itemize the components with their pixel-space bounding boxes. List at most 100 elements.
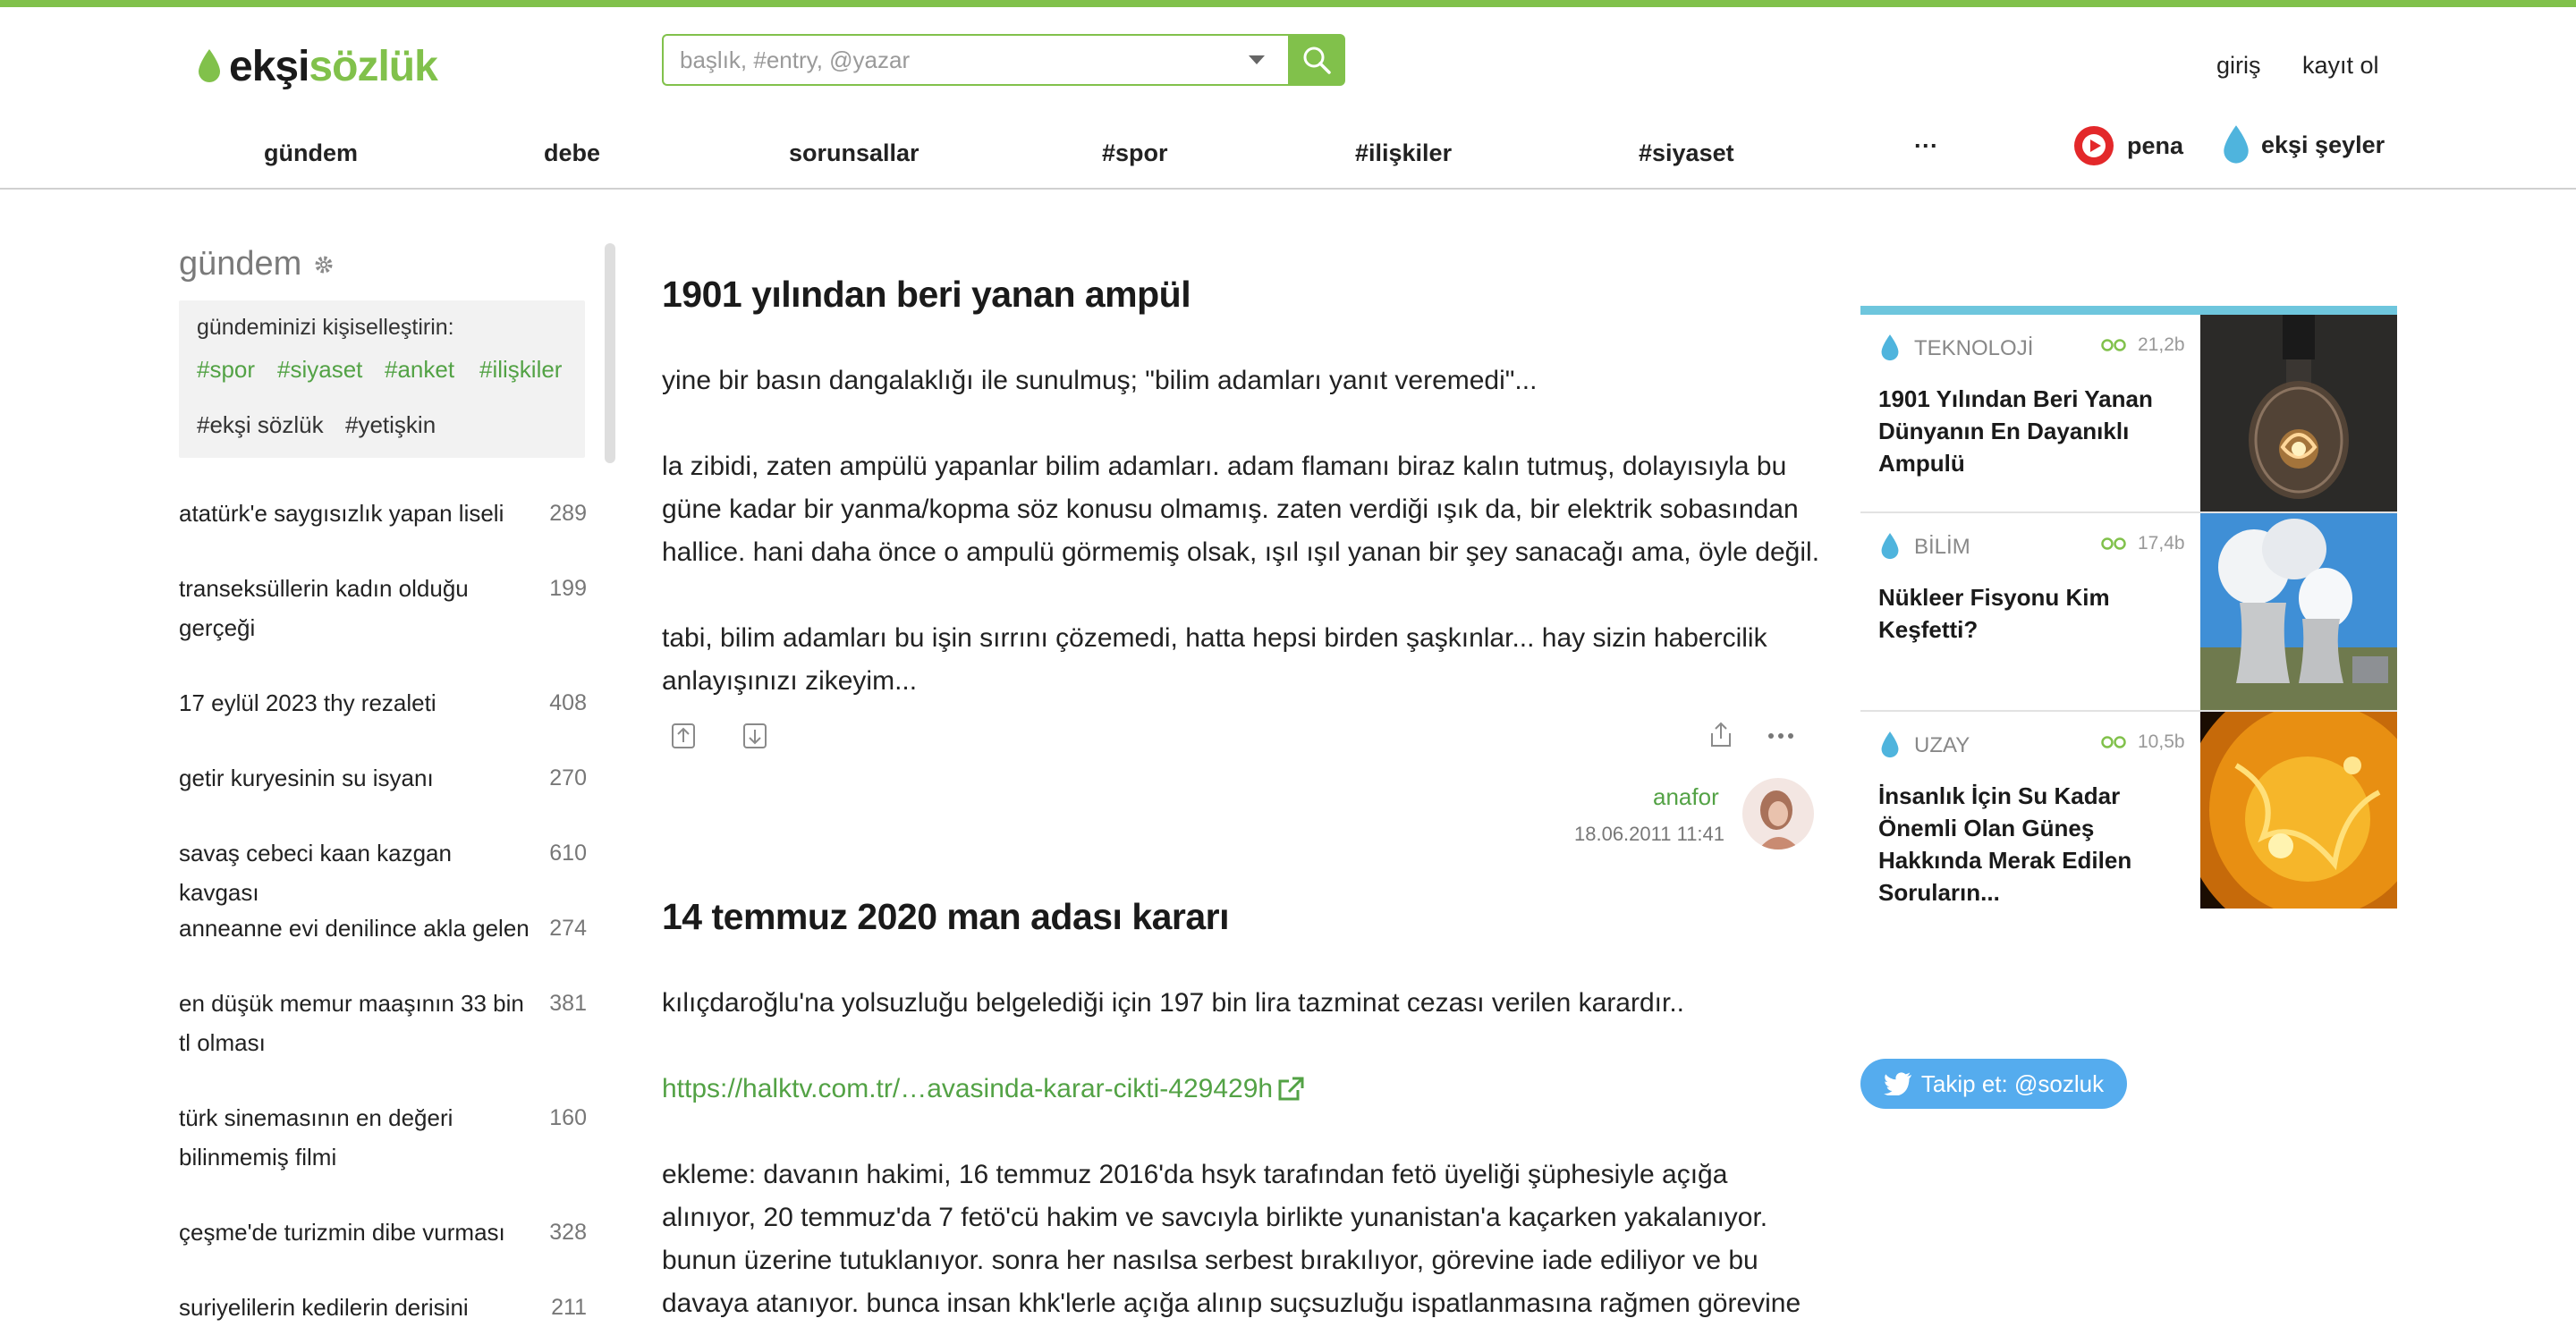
card-category[interactable]: BİLİM (1914, 535, 1970, 560)
nav-spor[interactable]: #spor (1102, 139, 1168, 167)
more-icon[interactable] (1767, 731, 1794, 740)
card-title[interactable]: Nükleer Fisyonu Kim Keşfetti? (1878, 581, 2174, 646)
topic-count: 211 (551, 1295, 587, 1320)
drop-icon (2224, 125, 2249, 164)
topic-count: 408 (549, 690, 587, 715)
tag-yetiskin[interactable]: #yetişkin (345, 411, 436, 439)
card-image[interactable] (2200, 712, 2397, 909)
entry-title[interactable]: 1901 yılından beri yanan ampül (662, 274, 1191, 316)
gear-icon[interactable] (314, 255, 334, 275)
topic-title: atatürk'e saygısızlık yapan liseli (179, 500, 504, 527)
eksi-seyler-card[interactable]: TEKNOLOJİ 21,2b 1901 Yılından Beri Yanan… (1860, 315, 2397, 513)
drop-icon (199, 49, 220, 82)
lightbulb-image (2200, 315, 2397, 511)
topic-count: 199 (549, 576, 587, 601)
card-title[interactable]: İnsanlık İçin Su Kadar Önemli Olan Güneş… (1878, 780, 2174, 909)
search-icon (1303, 46, 1331, 74)
pena-icon (2074, 126, 2114, 165)
drop-icon (1881, 731, 1899, 758)
nuclear-plant-image (2200, 513, 2397, 710)
sidebar-title: gündem (179, 245, 334, 283)
topic-count: 328 (549, 1220, 587, 1245)
card-category[interactable]: TEKNOLOJİ (1914, 336, 2033, 361)
nav-pena-label: pena (2127, 131, 2184, 159)
topic-title: türk sinemasının en değeri bilinmemiş fi… (179, 1104, 453, 1171)
tag-anket[interactable]: #anket (385, 356, 454, 384)
eksi-seyler-card[interactable]: UZAY 10,5b İnsanlık İçin Su Kadar Önemli… (1860, 712, 2397, 909)
topic-title: transeksüllerin kadın olduğu gerçeği (179, 575, 469, 641)
topic-count: 270 (549, 765, 587, 790)
right-panel-accent (1860, 306, 2397, 315)
views-icon (2101, 537, 2126, 550)
nav-gundem[interactable]: gündem (264, 139, 358, 167)
topic-count: 381 (549, 991, 587, 1016)
entry-external-link[interactable]: https://halktv.com.tr/…avasinda-karar-ci… (662, 1068, 1273, 1111)
nav-more[interactable]: ··· (1914, 132, 1938, 160)
nav-iliskiler[interactable]: #ilişkiler (1355, 139, 1452, 167)
entry-date[interactable]: 18.06.2011 11:41 (1574, 823, 1724, 846)
tag-iliskiler[interactable]: #ilişkiler (479, 356, 562, 384)
topic-title: getir kuryesinin su isyanı (179, 765, 434, 791)
topic-count: 160 (549, 1105, 587, 1130)
entry-paragraph: yine bir basın dangalaklığı ile sunulmuş… (662, 366, 1538, 395)
search-bar (662, 34, 1345, 86)
tag-siyaset[interactable]: #siyaset (277, 356, 362, 384)
customize-panel: gündeminizi kişiselleştirin: #spor #siya… (179, 300, 585, 458)
views-icon (2101, 339, 2126, 351)
nav-sorunsallar[interactable]: sorunsallar (789, 139, 919, 167)
card-image[interactable] (2200, 315, 2397, 511)
external-link-icon[interactable] (1276, 1076, 1305, 1103)
register-link[interactable]: kayıt ol (2302, 52, 2379, 80)
card-view-count: 17,4b (2138, 533, 2185, 554)
login-link[interactable]: giriş (2216, 52, 2261, 80)
tag-spor[interactable]: #spor (197, 356, 255, 384)
logo-text-sozluk: sözlük (309, 42, 437, 90)
card-view-count: 21,2b (2138, 334, 2185, 355)
search-field-wrapper (662, 34, 1288, 86)
entry-paragraph: tabi, bilim adamları bu işin sırrını çöz… (662, 623, 1767, 696)
tag-eksi-sozluk[interactable]: #ekşi sözlük (197, 411, 324, 439)
topic-count: 289 (549, 501, 587, 526)
card-image[interactable] (2200, 513, 2397, 710)
downvote-icon[interactable] (742, 723, 767, 749)
customize-label: gündeminizi kişiselleştirin: (197, 315, 454, 340)
topic-count: 610 (549, 841, 587, 866)
logo[interactable]: ekşi sözlük (197, 39, 438, 93)
nav-siyaset[interactable]: #siyaset (1639, 139, 1734, 167)
card-view-count: 10,5b (2138, 731, 2185, 752)
topic-count: 274 (549, 916, 587, 941)
chevron-down-icon[interactable] (1249, 55, 1265, 64)
twitter-follow-label: Takip et: @sozluk (1920, 1069, 2105, 1097)
eksi-seyler-card[interactable]: BİLİM 17,4b Nükleer Fisyonu Kim Keşfetti… (1860, 513, 2397, 712)
topic-title: çeşme'de turizmin dibe vurması (179, 1219, 505, 1246)
topic-title: en düşük memur maaşının 33 bin tl olması (179, 990, 524, 1056)
sun-image (2200, 712, 2397, 909)
twitter-icon (1883, 1072, 1911, 1095)
entry-link-row: https://halktv.com.tr/…avasinda-karar-ci… (662, 1068, 1305, 1111)
nav-pena[interactable]: pena (2073, 125, 2183, 166)
nav-eksi-seyler-label: ekşi şeyler (2261, 131, 2385, 158)
share-icon[interactable] (1708, 721, 1733, 749)
topic-title: suriyelilerin kedilerin derisini (179, 1294, 469, 1321)
top-accent-bar (0, 0, 2576, 7)
search-button[interactable] (1288, 34, 1345, 86)
avatar-image (1742, 778, 1814, 849)
topic-title: savaş cebeci kaan kazgan kavgası (179, 840, 452, 906)
views-icon (2101, 736, 2126, 748)
drop-icon (1881, 334, 1899, 361)
avatar[interactable] (1742, 778, 1814, 849)
nav-debe[interactable]: debe (544, 139, 600, 167)
nav-eksi-seyler[interactable]: ekşi şeyler (2222, 125, 2385, 165)
entry-title[interactable]: 14 temmuz 2020 man adası kararı (662, 896, 1230, 938)
logo-text-eksi: ekşi (229, 42, 309, 90)
upvote-icon[interactable] (671, 723, 696, 749)
topic-title: anneanne evi denilince akla gelen (179, 915, 530, 942)
search-input[interactable] (664, 38, 1233, 82)
entry-paragraph: la zibidi, zaten ampülü yapanlar bilim a… (662, 452, 1820, 567)
twitter-follow-button[interactable]: Takip et: @sozluk (1860, 1059, 2127, 1109)
card-title[interactable]: 1901 Yılından Beri Yanan Dünyanın En Day… (1878, 383, 2174, 479)
card-category[interactable]: UZAY (1914, 733, 1970, 758)
sidebar-scrollbar[interactable] (605, 243, 615, 463)
entry-author[interactable]: anafor (1653, 783, 1719, 811)
sidebar-title-text: gündem (179, 245, 302, 283)
